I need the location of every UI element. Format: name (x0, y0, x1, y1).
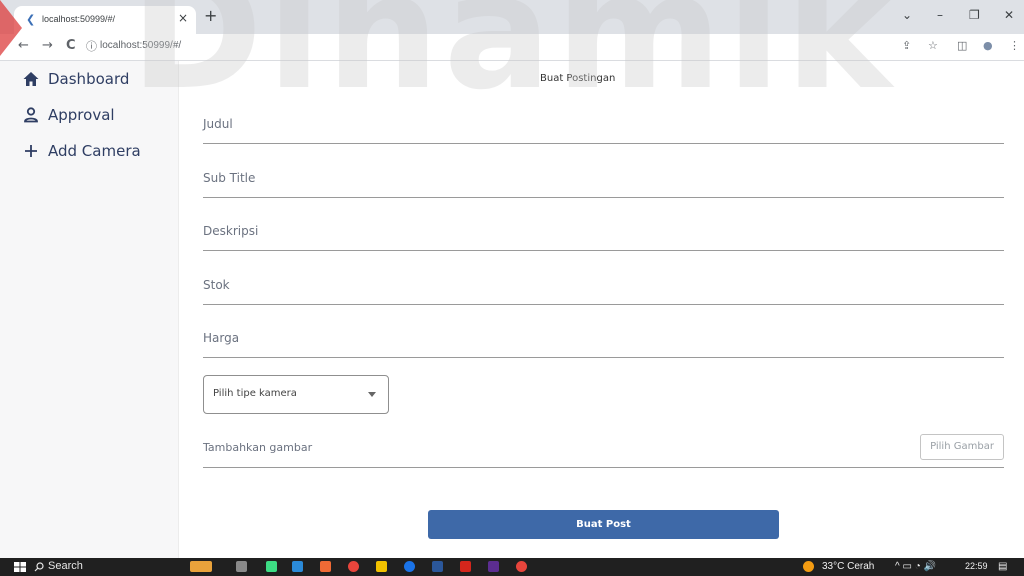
url-field[interactable]: localhost:50999/#/ (100, 40, 181, 51)
user-icon (24, 107, 38, 123)
chrome-icon[interactable] (348, 561, 359, 572)
plus-icon (25, 145, 37, 157)
select-label: Pilih tipe kamera (213, 388, 297, 399)
add-image-label: Tambahkan gambar (203, 441, 313, 454)
tab-title: localhost:50999/#/ (42, 14, 116, 24)
tab-search-chevron-icon[interactable]: ⌄ (902, 8, 912, 22)
sidebar-item-dashboard[interactable]: Dashboard (22, 67, 129, 91)
sidebar-item-label: Dashboard (48, 70, 130, 88)
vscode-icon[interactable] (292, 561, 303, 572)
visual-studio-icon[interactable] (488, 561, 499, 572)
widget-app-icon[interactable] (190, 561, 212, 572)
taskbar: Search 33°C Cerah ^ ▭ ◔ 🔊 22:59 ▤ (0, 558, 1024, 576)
sub-title-field[interactable]: Sub Title (203, 167, 1004, 198)
bookmark-star-icon[interactable]: ☆ (928, 39, 938, 53)
search-icon (34, 562, 44, 572)
sidebar-item-approval[interactable]: Approval (22, 103, 115, 127)
reload-icon[interactable]: C (66, 38, 76, 54)
chrome-profile-icon[interactable] (404, 561, 415, 572)
browser-menu-icon[interactable]: ⋮ (1009, 39, 1020, 53)
field-label: Stok (203, 278, 230, 292)
side-panel-icon[interactable]: ◫ (957, 39, 967, 53)
judul-field[interactable]: Judul (203, 113, 1004, 144)
restore-icon[interactable]: ❐ (969, 8, 980, 22)
create-post-button[interactable]: Buat Post (428, 510, 779, 539)
deskripsi-field[interactable]: Deskripsi (203, 220, 1004, 251)
profile-icon[interactable]: ● (983, 39, 993, 53)
share-icon[interactable]: ⇪ (902, 39, 911, 53)
pick-image-button[interactable]: Pilih Gambar (920, 434, 1004, 460)
field-label: Harga (203, 331, 240, 345)
file-explorer-icon[interactable] (376, 561, 387, 572)
acrobat-icon[interactable] (460, 561, 471, 572)
taskbar-search[interactable]: Search (48, 560, 83, 572)
field-label: Deskripsi (203, 224, 259, 238)
sidebar-item-label: Add Camera (48, 142, 141, 160)
tab-close-icon[interactable]: × (178, 11, 188, 25)
stok-field[interactable]: Stok (203, 274, 1004, 305)
browser-tab[interactable]: ❮ localhost:50999/#/ × (14, 6, 196, 34)
harga-field[interactable]: Harga (203, 327, 1004, 358)
field-label: Sub Title (203, 171, 256, 185)
address-bar: ← → C ⓘ localhost:50999/#/ ⇪ ☆ ◫ ● ⋮ (0, 34, 1024, 61)
android-studio-icon[interactable] (266, 561, 277, 572)
camera-type-select[interactable]: Pilih tipe kamera (203, 375, 389, 414)
forward-icon[interactable]: → (42, 38, 53, 54)
close-window-icon[interactable]: ✕ (1004, 8, 1014, 22)
page-title: Buat Postingan (540, 73, 616, 84)
add-image-row: Tambahkan gambar Pilih Gambar (203, 432, 1004, 468)
browser-tab-bar: ❮ localhost:50999/#/ × + ⌄ – ❐ ✕ (0, 0, 1024, 34)
minimize-icon[interactable]: – (937, 8, 943, 22)
sidebar-item-label: Approval (48, 106, 115, 124)
sidebar: Dashboard Approval Add Camera (0, 61, 179, 558)
new-tab-icon[interactable]: + (204, 8, 217, 24)
figma-icon[interactable] (320, 561, 331, 572)
tray-icons[interactable]: ^ ▭ ◔ 🔊 (895, 561, 936, 572)
home-icon (23, 72, 39, 86)
chrome-active-icon[interactable] (516, 561, 527, 572)
dropdown-caret-icon (368, 392, 376, 397)
notification-icon[interactable]: ▤ (998, 561, 1007, 572)
field-label: Judul (203, 117, 233, 131)
windows-start-icon[interactable] (14, 562, 26, 572)
watermark-logo-mark (0, 0, 22, 56)
clock[interactable]: 22:59 (965, 561, 988, 571)
weather-text[interactable]: 33°C Cerah (822, 561, 874, 572)
weather-icon[interactable] (803, 561, 814, 572)
word-icon[interactable] (432, 561, 443, 572)
site-info-icon[interactable]: ⓘ (86, 39, 97, 55)
sidebar-item-add-camera[interactable]: Add Camera (22, 139, 141, 163)
task-view-icon[interactable] (236, 561, 247, 572)
flutter-favicon-icon: ❮ (26, 13, 36, 26)
